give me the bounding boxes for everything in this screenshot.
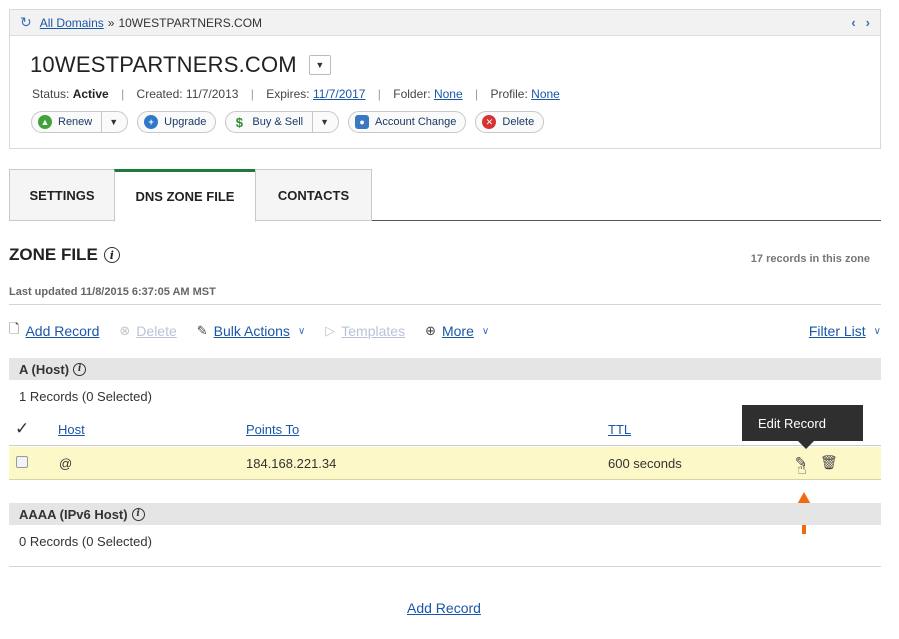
zone-file-title: ZONE FILE (9, 245, 98, 264)
caret-down-icon: ▼ (315, 60, 325, 70)
add-file-icon: 🗋 (9, 321, 20, 336)
chevron-left-icon[interactable]: ‹ (851, 15, 855, 30)
filter-list-action[interactable]: Filter List ∨ (809, 323, 881, 339)
divider: | (121, 87, 125, 101)
domain-title: 10WESTPARTNERS.COM (30, 52, 297, 77)
delete-link[interactable]: Delete (136, 323, 176, 339)
renew-button[interactable]: ▲ Renew ▼ (31, 111, 129, 133)
more-link[interactable]: More (442, 323, 474, 339)
delete-domain-label: Delete (502, 116, 535, 128)
expires-link[interactable]: 11/7/2017 (313, 87, 366, 101)
account-change-label: Account Change (375, 116, 457, 128)
created-value: 11/7/2013 (185, 87, 239, 101)
select-all-check-icon[interactable]: ✓ (15, 419, 29, 439)
profile-label: Profile: (490, 87, 528, 101)
delete-action[interactable]: ⊗ Delete (119, 323, 176, 339)
info-icon[interactable]: i (131, 507, 145, 521)
table-row: @ 184.168.221.34 600 seconds ✎ 🗑 ☝ (9, 447, 881, 480)
info-icon[interactable]: i (103, 247, 120, 263)
renew-icon: ▲ (38, 115, 52, 129)
domain-status-row: Status: Active | Created: 11/7/2013 | Ex… (32, 87, 880, 101)
row-host: @ (59, 456, 73, 471)
renew-label: Renew (58, 116, 93, 128)
status-value: Active (72, 87, 109, 101)
play-circle-icon: ▷ (325, 323, 336, 338)
domain-card: ↻ All Domains » 10WESTPARTNERS.COM ‹ › 1… (9, 9, 881, 149)
row-ttl: 600 seconds (608, 456, 682, 471)
expires-label: Expires: (266, 87, 310, 101)
breadcrumb-all-domains[interactable]: All Domains (40, 16, 104, 30)
chevron-down-icon[interactable]: ∨ (482, 326, 489, 337)
breadcrumb-separator: » (107, 15, 115, 30)
folder-label: Folder: (393, 87, 431, 101)
divider (9, 304, 881, 305)
domain-dropdown-button[interactable]: ▼ (308, 55, 331, 75)
templates-action[interactable]: ▷ Templates (325, 323, 405, 339)
chevron-right-icon[interactable]: › (866, 15, 870, 30)
column-host[interactable]: Host (58, 422, 85, 437)
chevron-down-icon[interactable]: ∨ (298, 326, 305, 337)
row-checkbox[interactable] (16, 456, 28, 468)
info-icon[interactable]: i (73, 362, 87, 376)
edit-record-tooltip: Edit Record (742, 405, 863, 449)
section-summary: 1 Records (0 Selected) (19, 389, 152, 404)
templates-link[interactable]: Templates (341, 323, 405, 339)
bulk-actions-link[interactable]: Bulk Actions (214, 323, 290, 339)
divider: | (474, 87, 479, 101)
account-change-button[interactable]: ● Account Change (348, 111, 467, 133)
divider (9, 566, 881, 567)
folder-link[interactable]: None (434, 87, 463, 101)
zone-file-heading: ZONE FILE i (9, 245, 120, 265)
profile-link[interactable]: None (531, 87, 560, 101)
tab-bar: SETTINGS DNS ZONE FILE CONTACTS (9, 169, 881, 222)
refresh-icon[interactable]: ↻ (20, 14, 32, 31)
more-action[interactable]: ⊕ More ∨ (425, 323, 489, 339)
delete-circle-icon: ⊗ (119, 323, 131, 338)
section-aaaa-host: AAAA (IPv6 Host) i (9, 503, 881, 525)
delete-domain-button[interactable]: ✕ Delete (475, 111, 545, 133)
tab-settings[interactable]: SETTINGS (9, 169, 115, 221)
upgrade-button[interactable]: + Upgrade (137, 111, 217, 133)
zone-toolbar: 🗋 Add Record ⊗ Delete ✎ Bulk Actions ∨ ▷… (9, 320, 881, 342)
bottom-add-record-link[interactable]: Add Record (407, 600, 481, 616)
buy-sell-dropdown-icon[interactable]: ▼ (312, 112, 329, 132)
column-ttl[interactable]: TTL (608, 422, 631, 437)
section-title: AAAA (IPv6 Host) (19, 506, 128, 522)
delete-x-icon: ✕ (482, 115, 497, 129)
column-points-to[interactable]: Points To (246, 422, 299, 437)
domain-actions: ▲ Renew ▼ + Upgrade $ Buy & Sell ▼ ● Acc… (31, 111, 880, 133)
renew-dropdown-icon[interactable]: ▼ (101, 112, 118, 132)
trash-icon[interactable]: 🗑 (820, 454, 838, 471)
bulk-actions-action[interactable]: ✎ Bulk Actions ∨ (197, 323, 306, 339)
last-updated: Last updated 11/8/2015 6:37:05 AM MST (9, 286, 216, 298)
filter-list-link[interactable]: Filter List (809, 323, 866, 339)
bulk-edit-icon: ✎ (196, 323, 208, 338)
records-count: 17 records in this zone (750, 253, 870, 265)
pager: ‹ › (851, 15, 870, 30)
domain-title-row: 10WESTPARTNERS.COM ▼ (30, 52, 880, 78)
status-label: Status: (32, 87, 70, 101)
created-label: Created: (136, 87, 183, 101)
upgrade-icon: + (144, 115, 159, 129)
section-summary: 0 Records (0 Selected) (19, 534, 152, 549)
breadcrumb-bar: ↻ All Domains » 10WESTPARTNERS.COM ‹ › (10, 10, 880, 36)
tab-dns-zone-file[interactable]: DNS ZONE FILE (114, 169, 256, 222)
buy-sell-label: Buy & Sell (252, 116, 304, 128)
dollar-icon: $ (235, 114, 243, 130)
hand-cursor-icon: ☝ (797, 461, 807, 478)
row-points-to: 184.168.221.34 (246, 456, 337, 471)
divider: | (377, 87, 381, 101)
tab-contacts[interactable]: CONTACTS (255, 169, 372, 221)
divider: | (250, 87, 254, 101)
section-title: A (Host) (19, 361, 70, 377)
add-record-link[interactable]: Add Record (25, 323, 99, 339)
upgrade-label: Upgrade (164, 116, 207, 128)
breadcrumb-current: 10WESTPARTNERS.COM (118, 15, 263, 30)
add-record-action[interactable]: 🗋 Add Record (9, 320, 99, 342)
section-a-host: A (Host) i (9, 358, 881, 380)
user-icon: ● (355, 115, 370, 129)
plus-circle-icon: ⊕ (425, 323, 436, 338)
buy-sell-button[interactable]: $ Buy & Sell ▼ (225, 111, 340, 133)
chevron-down-icon[interactable]: ∨ (874, 326, 881, 337)
